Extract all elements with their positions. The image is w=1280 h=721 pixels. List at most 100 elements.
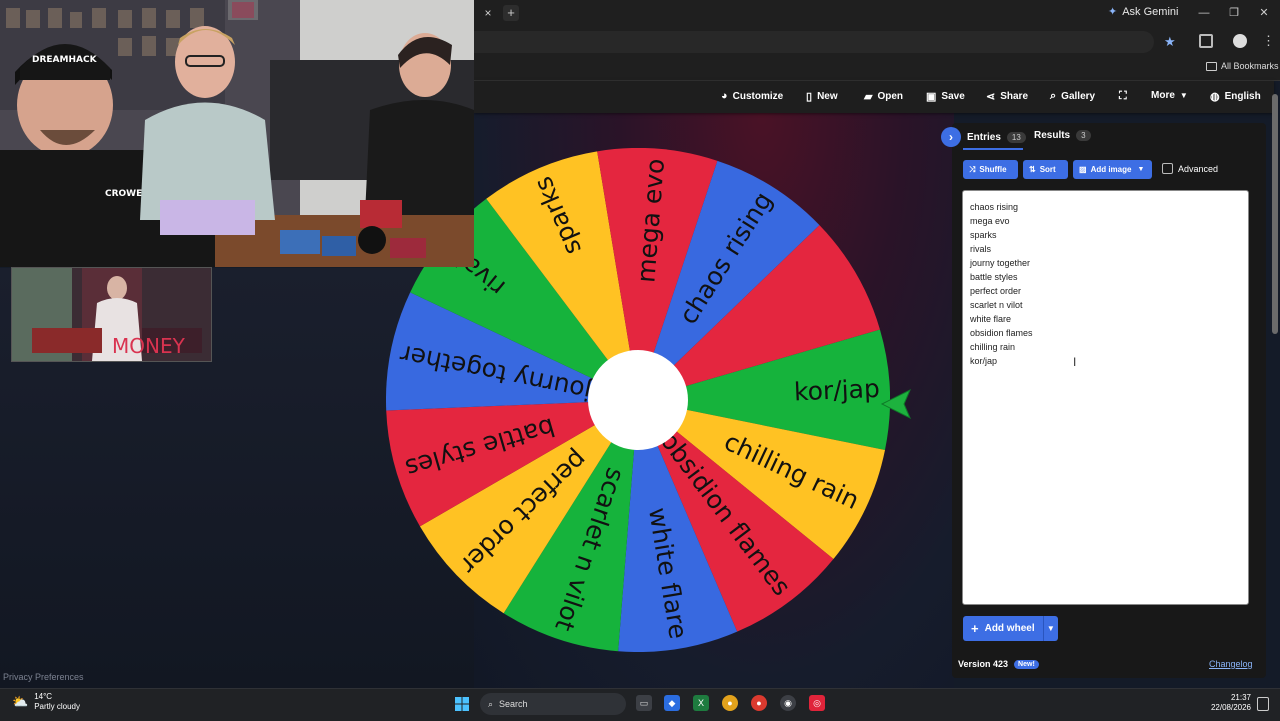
language-label: English (1224, 91, 1261, 102)
caret-down-icon: ▼ (1179, 91, 1188, 100)
entry-list: chaos rising mega evo sparks rivals journy t… (970, 200, 1241, 368)
webcam-overlay: DREAMHACK CROWE FEST (0, 0, 474, 267)
minimize-button[interactable]: — (1194, 5, 1214, 21)
recording-app-icon[interactable]: ◉ (780, 695, 796, 711)
entries-textarea[interactable]: chaos rising mega evo sparks rivals journy t… (962, 190, 1249, 605)
tab-entries[interactable]: › Entries 13 (941, 127, 1026, 147)
collapse-chevron-icon[interactable]: › (941, 127, 961, 147)
bookmarks-bar (474, 56, 1280, 81)
privacy-preferences-link[interactable]: Privacy Preferences (3, 672, 84, 682)
advanced-checkbox[interactable]: Advanced (1162, 163, 1218, 174)
tab-results[interactable]: Results 3 (1034, 130, 1091, 141)
text-cursor-icon: I (1073, 355, 1077, 369)
bookmark-star-icon[interactable]: ★ (1164, 34, 1176, 50)
changelog-link[interactable]: Changelog (1209, 659, 1253, 669)
shuffle-icon: ⤨ (969, 164, 976, 174)
new-label: New (817, 91, 838, 102)
entry-line: sparks (970, 230, 997, 240)
entry-line: chaos rising (970, 202, 1019, 212)
close-window-button[interactable]: ✕ (1254, 5, 1274, 21)
add-wheel-dropdown-icon[interactable]: ▼ (1044, 624, 1058, 633)
customize-label: Customize (732, 90, 784, 102)
folder-icon (1206, 61, 1217, 71)
gallery-button[interactable]: ⌕ Gallery (1050, 90, 1095, 103)
chrome-active-icon[interactable]: ● (722, 695, 738, 711)
fullscreen-icon: ⛶ (1119, 90, 1127, 102)
open-button[interactable]: ▰ Open (864, 90, 903, 103)
time: 21:37 (1230, 693, 1251, 702)
sort-icon: ⇅ (1029, 165, 1036, 174)
caret-down-icon: ▼ (1137, 166, 1145, 173)
add-image-button[interactable]: ▨ Add image ▼ (1073, 160, 1152, 179)
shuffle-label: Shuffle (979, 165, 1007, 174)
entry-line: mega evo (970, 216, 1010, 226)
wheel-pointer-icon (880, 388, 911, 420)
all-bookmarks-button[interactable]: All Bookmarks (1206, 61, 1279, 71)
more-menu-button[interactable]: More ▼ (1151, 90, 1188, 101)
page-scrollbar[interactable] (1272, 94, 1278, 334)
entry-line: battle styles (970, 272, 1018, 282)
entry-line: perfect order (970, 286, 1022, 296)
plus-icon: + (971, 621, 979, 636)
task-view-icon[interactable]: ▭ (636, 695, 652, 711)
new-button[interactable]: ▯ New (806, 90, 838, 103)
entry-line: scarlet n vilot (970, 300, 1023, 310)
system-clock[interactable]: 21:37 22/08/2026 (1205, 693, 1251, 713)
browser-menu-icon[interactable]: ⋮ (1262, 33, 1275, 49)
cap-text: DREAMHACK (32, 55, 98, 65)
entry-line: white flare (970, 314, 1012, 324)
taskbar-search[interactable]: ⌕ Search (480, 693, 626, 715)
folder-open-icon: ▰ (864, 91, 873, 103)
open-label: Open (877, 91, 904, 102)
temperature: 14°C (34, 692, 53, 701)
checkbox-box[interactable] (1162, 163, 1173, 174)
shuffle-button[interactable]: ⤨ Shuffle (963, 160, 1018, 179)
palette-icon: ◕ (721, 90, 728, 102)
chrome-icon[interactable]: ● (751, 695, 767, 711)
save-button[interactable]: ▣ Save (926, 90, 965, 103)
extensions-icon[interactable] (1199, 34, 1213, 48)
add-wheel-button[interactable]: + Add wheel ▼ (963, 616, 1058, 641)
clip-scene: MONEY (12, 268, 211, 361)
weather-widget[interactable]: ⛅ 14°C Partly cloudy (12, 692, 80, 712)
maximize-button[interactable]: ❐ (1224, 5, 1244, 21)
share-label: Share (1000, 91, 1029, 102)
add-wheel-main[interactable]: + Add wheel (963, 616, 1044, 641)
customize-button[interactable]: ◕ Customize (721, 90, 783, 102)
save-icon: ▣ (926, 91, 937, 103)
share-button[interactable]: ⋖ Share (986, 90, 1028, 103)
sort-button[interactable]: ⇅ Sort (1023, 160, 1068, 179)
entry-line: kor/jap (970, 356, 998, 366)
new-badge: New! (1014, 659, 1039, 669)
ask-gemini-label: Ask Gemini (1122, 5, 1179, 18)
copilot-icon[interactable]: ◆ (664, 695, 680, 711)
profile-avatar[interactable] (1233, 34, 1247, 48)
wheel-slice-label: kor/jap (793, 374, 880, 407)
excel-icon[interactable]: X (693, 695, 709, 711)
globe-icon: ◍ (1210, 91, 1220, 103)
gallery-label: Gallery (1061, 91, 1096, 102)
new-tab-button[interactable]: + (503, 5, 519, 21)
entry-line: obsidion flames (970, 328, 1033, 338)
clip-text: MONEY (112, 334, 186, 358)
tab-close-icon[interactable]: × (480, 5, 496, 21)
gemini-sparkle-icon: ✦ (1108, 6, 1118, 18)
windows-start-icon[interactable] (455, 697, 469, 711)
address-bar[interactable] (474, 31, 1154, 53)
fullscreen-button[interactable]: ⛶ (1119, 90, 1127, 103)
save-label: Save (941, 91, 965, 102)
entry-line: chilling rain (970, 342, 1016, 352)
image-icon: ▨ (1079, 165, 1087, 174)
notification-icon[interactable] (1257, 697, 1269, 711)
obs-icon[interactable]: ◎ (809, 695, 825, 711)
ask-gemini-button[interactable]: ✦ Ask Gemini (1108, 5, 1179, 19)
add-image-label: Add image (1090, 165, 1132, 174)
search-icon: ⌕ (1050, 90, 1057, 102)
results-count-badge: 3 (1076, 130, 1091, 141)
new-file-icon: ▯ (806, 91, 813, 103)
advanced-label: Advanced (1178, 163, 1219, 174)
add-wheel-label: Add wheel (984, 623, 1035, 634)
search-icon: ⌕ (488, 698, 494, 709)
language-button[interactable]: ◍ English (1210, 90, 1261, 103)
wheel-center-hub[interactable] (588, 350, 688, 450)
